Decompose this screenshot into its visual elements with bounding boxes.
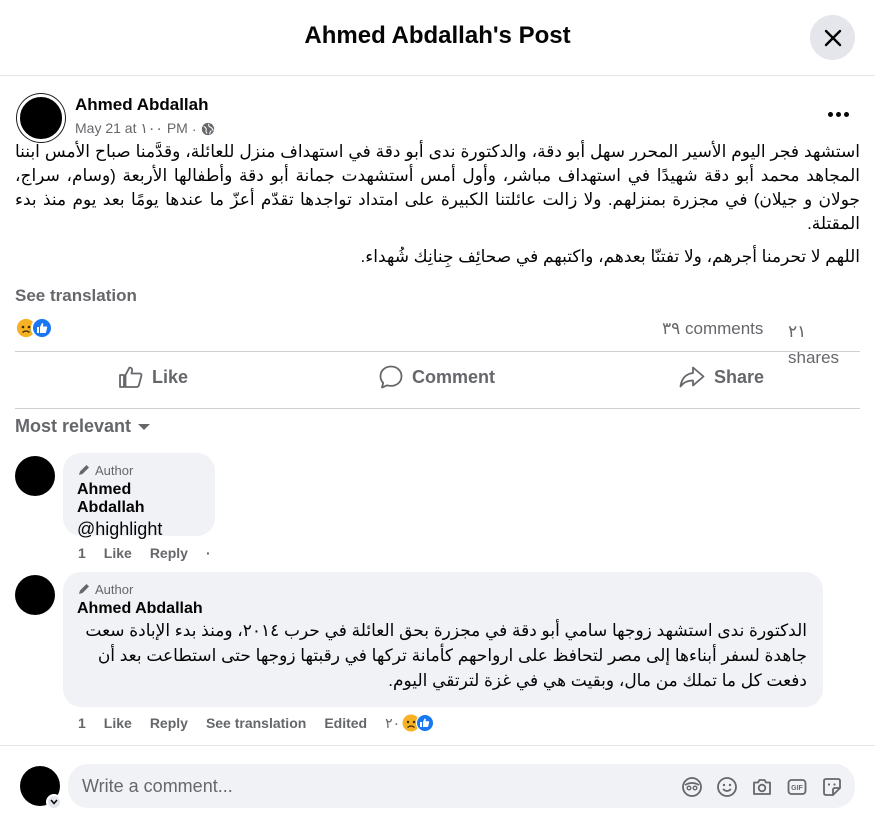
more-dot — [843, 111, 849, 117]
dialog-header: Ahmed Abdallah's Post — [0, 0, 875, 76]
comment-author-name[interactable]: Ahmed Abdallah — [77, 600, 809, 618]
comment-edited-label[interactable]: Edited — [324, 715, 367, 731]
thumbs-up-icon — [119, 366, 143, 388]
comment-button[interactable]: Comment — [378, 357, 495, 397]
pencil-icon — [79, 584, 89, 594]
svg-text:GIF: GIF — [791, 785, 803, 792]
divider — [15, 351, 860, 352]
comment-text: @highlight — [77, 519, 163, 539]
comment-timestamp[interactable]: 1 — [78, 545, 86, 561]
reactions-summary[interactable] — [15, 317, 53, 341]
emoji-button[interactable] — [715, 775, 739, 799]
comment-input[interactable] — [82, 764, 682, 808]
emoji-icon — [717, 777, 737, 797]
post-author-avatar[interactable] — [17, 94, 65, 142]
comments-filter-dropdown[interactable]: Most relevant — [15, 416, 151, 437]
caret-down-icon — [138, 423, 151, 430]
author-badge-label: Author — [95, 581, 134, 597]
more-dot — [827, 111, 833, 117]
comment-composer: GIF — [68, 764, 855, 808]
photo-button[interactable] — [750, 775, 774, 799]
post-paragraph: اللهم لا تحرمنا أجرهم، ولا تفتنّا بعدهم،… — [360, 247, 860, 266]
comment-dot: · — [205, 545, 211, 561]
post-text: استشهد فجر اليوم الأسير المحرر سهل أبو د… — [15, 140, 860, 278]
comment-author-name[interactable]: Ahmed Abdallah — [77, 481, 201, 517]
like-icon — [31, 317, 53, 339]
chevron-down-icon — [50, 799, 58, 805]
author-badge: Author — [77, 461, 201, 479]
more-dot — [835, 111, 841, 117]
comment-like-button[interactable]: Like — [104, 715, 132, 731]
comment-bubble: Author Ahmed Abdallah @highlight — [63, 453, 215, 539]
see-translation-link[interactable]: See translation — [15, 286, 137, 306]
comment-see-translation[interactable]: See translation — [206, 715, 306, 731]
like-label: Like — [152, 366, 189, 387]
share-label: Share — [714, 366, 765, 387]
gif-button[interactable]: GIF — [785, 775, 809, 799]
like-icon — [416, 714, 435, 732]
comment-reply-button[interactable]: Reply — [150, 545, 188, 561]
comment-bubble-icon — [379, 365, 403, 389]
comments-count[interactable]: ٣٩ comments — [662, 319, 763, 339]
comment-label: Comment — [412, 366, 496, 387]
profile-switch-button[interactable] — [46, 794, 62, 810]
comment-like-button[interactable]: Like — [104, 545, 132, 561]
commenter-avatar[interactable] — [15, 575, 55, 615]
comment-reactions[interactable]: ٢٠ — [385, 714, 435, 732]
share-button[interactable]: Share — [678, 357, 764, 397]
divider — [15, 408, 860, 409]
author-badge: Author — [77, 580, 809, 598]
camera-icon — [753, 779, 771, 795]
sticker-icon — [823, 778, 841, 796]
post-options-button[interactable] — [822, 100, 854, 128]
sticker-button[interactable] — [820, 775, 844, 799]
comment-text: الدكتورة ندى استشهد زوجها سامي أبو دقة ف… — [85, 621, 807, 690]
avatar-sticker-icon — [682, 777, 702, 797]
close-button[interactable] — [810, 15, 855, 60]
comments-filter-label: Most relevant — [15, 416, 132, 436]
like-button[interactable]: Like — [118, 357, 188, 397]
comment-actions: 1 Like Reply · — [78, 545, 211, 561]
comment-bubble: Author Ahmed Abdallah الدكتورة ندى استشه… — [63, 572, 823, 707]
gif-icon: GIF — [787, 779, 807, 795]
pencil-icon — [79, 465, 89, 475]
author-badge-label: Author — [95, 462, 134, 478]
share-arrow-icon — [679, 366, 705, 388]
dialog-title: Ahmed Abdallah's Post — [304, 22, 571, 49]
comment-timestamp[interactable]: 1 — [78, 715, 86, 731]
globe-icon — [201, 122, 214, 135]
commenter-avatar[interactable] — [15, 456, 55, 496]
comment-reply-button[interactable]: Reply — [150, 715, 188, 731]
close-icon — [824, 29, 841, 46]
post-author-name[interactable]: Ahmed Abdallah — [75, 95, 209, 115]
avatar-sticker-button[interactable] — [680, 775, 704, 799]
post-meta: May 21 at ١٠٠ PM · — [75, 120, 215, 137]
shares-count[interactable]: ٢١ shares — [788, 319, 848, 371]
post-date[interactable]: May 21 at ١٠٠ PM — [75, 120, 188, 137]
meta-separator: · — [191, 120, 197, 137]
comment-actions: 1 Like Reply See translation Edited ٢٠ — [78, 714, 435, 732]
post-paragraph: استشهد فجر اليوم الأسير المحرر سهل أبو د… — [15, 142, 860, 233]
comment-reaction-count: ٢٠ — [385, 714, 401, 731]
